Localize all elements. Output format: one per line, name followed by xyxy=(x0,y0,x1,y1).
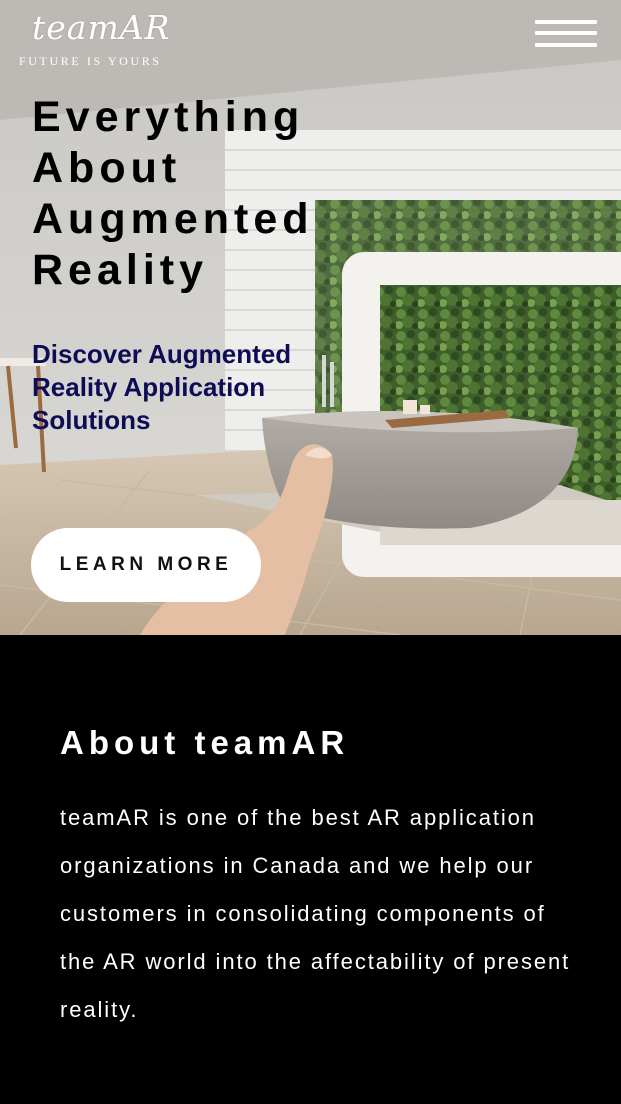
brand-logo[interactable]: teamAR FUTURE IS YOURS xyxy=(19,8,171,68)
hamburger-menu-icon[interactable] xyxy=(535,17,597,51)
hero-section: teamAR FUTURE IS YOURS Everything About … xyxy=(0,0,621,635)
about-body: teamAR is one of the best AR application… xyxy=(60,805,571,1022)
learn-more-label: LEARN MORE xyxy=(59,554,233,575)
logo-tagline: FUTURE IS YOURS xyxy=(19,54,162,68)
hero-subtitle: Discover Augmented Reality Application S… xyxy=(32,339,292,435)
about-title: About teamAR xyxy=(60,724,350,761)
about-section: About teamAR teamAR is one of the best A… xyxy=(0,635,621,1104)
logo-wordmark: teamAR xyxy=(32,8,171,47)
menu-bar-middle xyxy=(535,31,597,35)
learn-more-button[interactable]: LEARN MORE xyxy=(31,528,261,602)
hero-title: Everything About Augmented Reality xyxy=(32,93,314,294)
menu-bar-top xyxy=(535,20,597,24)
menu-bar-bottom xyxy=(535,43,597,47)
